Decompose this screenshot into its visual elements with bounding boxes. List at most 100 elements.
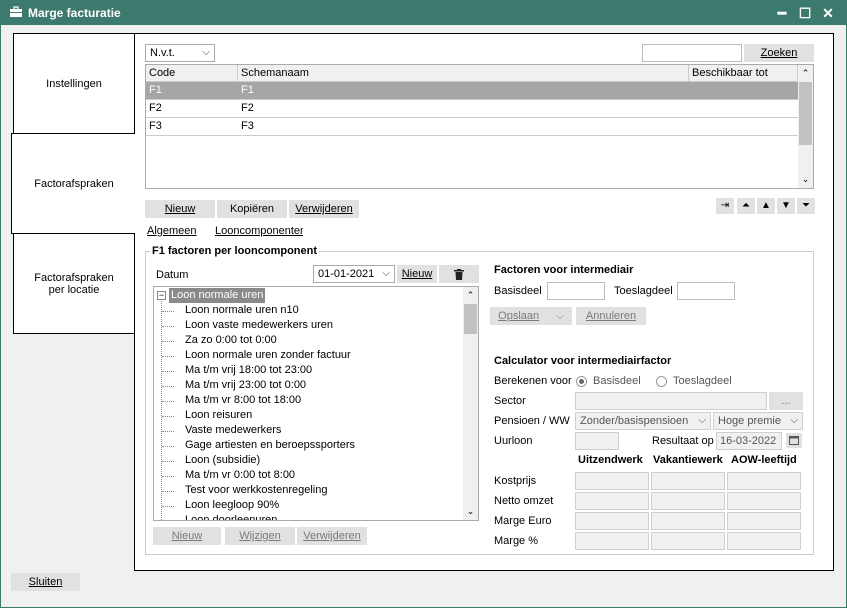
calculator-title: Calculator voor intermediairfactor [494,355,672,367]
tree-item[interactable]: Gage artiesten en beroepssporters [185,438,355,453]
netto-omzet-aow [727,492,801,510]
tree-connector [162,491,174,492]
extra-input[interactable] [677,282,735,300]
tree-connector [162,416,174,417]
sector-browse-button[interactable]: ... [769,392,803,410]
tree-scrollbar[interactable]: ⌃ ⌄ [463,287,478,520]
pension-label: Pensioen / WW [494,415,570,427]
date-new-button[interactable]: Nieuw [397,265,437,283]
sidebar-item-factorafspraken-locatie[interactable]: Factorafspraken per locatie [13,233,135,334]
sidebar-item-factorafspraken[interactable]: Factorafspraken [11,133,136,234]
marge-euro-uitzendwerk [575,512,649,530]
cancel-button[interactable]: Annuleren [576,307,646,325]
close-button[interactable]: ✕ [818,3,838,23]
tree-connector [162,311,174,312]
schema-new-button[interactable]: Nieuw [145,200,215,218]
chevron-down-icon: ⌵ [202,47,210,58]
calendar-icon[interactable] [786,433,802,448]
tree-line [161,301,162,520]
tree-item[interactable]: Loon leegloop 90% [185,498,279,513]
premium-select[interactable]: Hoge premie ⌵ [713,412,803,430]
button-label: Verwijderen [303,530,361,542]
scrollbar-thumb[interactable] [799,82,812,145]
tree-item[interactable]: Test voor werkkostenregeling [185,483,327,498]
radio-basisdeel[interactable] [576,376,587,387]
collapse-icon[interactable]: − [157,291,166,300]
tree-edit-button[interactable]: Wijzigen [225,527,295,545]
tree-item[interactable]: Ma t/m vr 0:00 tot 8:00 [185,468,295,483]
search-button[interactable]: Zoeken [744,44,814,62]
maximize-button[interactable]: ☐ [795,3,815,23]
scroll-down-icon[interactable]: ⌄ [798,172,813,188]
scrollbar-thumb[interactable] [464,304,477,334]
calc-for-label: Berekenen voor [494,375,572,387]
tree-item[interactable]: Loon normale uren zonder factuur [185,348,351,363]
sector-input[interactable] [575,392,767,410]
tab-algemeen[interactable]: Algemeen [147,225,197,237]
briefcase-icon [10,6,22,17]
schema-copy-button[interactable]: Kopiëren [217,200,287,218]
cell-name: F2 [241,102,254,114]
column-header-name[interactable]: Schemanaam [238,65,689,82]
tree-item[interactable]: Ma t/m vrij 18:00 tot 23:00 [185,363,312,378]
button-label: Wijzigen [239,530,281,542]
save-button[interactable]: Opslaan ⌵ [490,307,572,325]
scroll-down-icon[interactable]: ⌄ [463,504,478,520]
tree-item[interactable]: Vaste medewerkers [185,423,281,438]
group-title: F1 factoren per looncomponent [150,245,320,257]
move-down-icon[interactable]: ▼ [777,198,795,214]
tree-item[interactable]: Za zo 0:00 tot 0:00 [185,333,277,348]
tree-item[interactable]: Ma t/m vr 8:00 tot 18:00 [185,393,301,408]
hourly-label: Uurloon [494,435,533,447]
sidebar-item-label: Factorafspraken per locatie [34,271,114,296]
export-icon[interactable]: ⇥ [716,198,734,214]
close-dialog-button[interactable]: Sluiten [11,573,80,591]
tree-connector [162,461,174,462]
marge-euro-aow [727,512,801,530]
scroll-up-icon[interactable]: ⌃ [798,65,813,81]
tree-item[interactable]: Loon vaste medewerkers uren [185,318,333,333]
tree-delete-button[interactable]: Verwijderen [297,527,367,545]
tree-item[interactable]: Loon doorleenuren [185,513,277,520]
kostprijs-uitzendwerk [575,472,649,490]
move-top-icon[interactable]: ⏶ [737,198,755,214]
table-row[interactable]: F2 F2 [146,100,798,118]
factors-title: Factoren voor intermediair [494,264,634,276]
pension-select[interactable]: Zonder/basispensioen ⌵ [575,412,711,430]
hourly-input[interactable] [575,432,619,450]
grid-scrollbar[interactable]: ⌃ ⌄ [798,65,813,188]
radio-toeslagdeel[interactable] [656,376,667,387]
button-label: Nieuw [164,203,196,215]
chevron-down-icon: ⌵ [790,415,798,426]
result-date-input[interactable]: 16-03-2022 [716,432,782,450]
base-input[interactable] [547,282,605,300]
column-header-code[interactable]: Code [146,65,238,82]
date-label: Datum [156,269,189,281]
column-header-label: Code [149,67,176,79]
tree-item[interactable]: Loon normale uren n10 [185,303,299,318]
sidebar-item-label: Factorafspraken [34,177,114,190]
column-header-until[interactable]: Beschikbaar tot [689,65,798,82]
sidebar-item-instellingen[interactable]: Instellingen [13,33,135,134]
table-row[interactable]: F1 F1 [146,82,798,100]
move-bottom-icon[interactable]: ⏷ [797,198,815,214]
tree-item-root[interactable]: Loon normale uren [169,288,266,303]
radio-toeslagdeel-label: Toeslagdeel [673,375,732,387]
base-label: Basisdeel [494,285,542,297]
scroll-up-icon[interactable]: ⌃ [463,287,478,303]
tree-new-button[interactable]: Nieuw [153,527,221,545]
schema-delete-button[interactable]: Verwijderen [289,200,359,218]
tree-item[interactable]: Ma t/m vrij 23:00 tot 0:00 [185,378,306,393]
date-select[interactable]: 01-01-2021 ⌵ [313,265,395,283]
row-label-netto-omzet: Netto omzet [494,495,554,507]
tree-item[interactable]: Loon (subsidie) [185,453,260,468]
table-row[interactable]: F3 F3 [146,118,798,136]
pension-select-value: Zonder/basispensioen [580,415,689,427]
move-up-icon[interactable]: ▲ [757,198,775,214]
minimize-button[interactable]: ━ [772,3,792,23]
tree-item[interactable]: Loon reisuren [185,408,252,423]
tab-looncomponenten[interactable]: Looncomponenten [215,225,303,237]
filter-select[interactable]: N.v.t. ⌵ [145,44,215,62]
search-input[interactable] [642,44,742,62]
trash-icon[interactable] [439,265,479,283]
